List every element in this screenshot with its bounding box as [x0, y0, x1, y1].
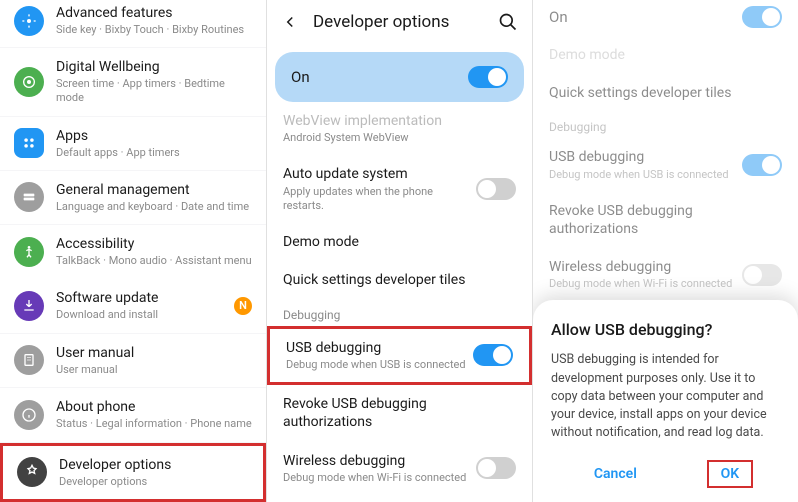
usb-debugging-switch[interactable]: [473, 344, 513, 366]
item-title: General management: [56, 181, 252, 199]
item-title: About phone: [56, 398, 252, 416]
item-sub: Language and keyboard · Date and time: [56, 200, 252, 214]
usb-debugging-switch[interactable]: [742, 154, 782, 176]
dev-item-usb-debugging[interactable]: USB debugging Debug mode when USB is con…: [267, 326, 532, 385]
software-icon: [14, 291, 44, 321]
dev-sub: Debug mode when Wi-Fi is connected: [549, 277, 742, 291]
item-sub: Status · Legal information · Phone name: [56, 417, 252, 431]
developer-options-panel: Developer options On WebView implementat…: [266, 0, 532, 502]
dev-sub: Debug mode when Wi-Fi is connected: [283, 471, 476, 485]
dev-item-wireless[interactable]: Wireless debugging Debug mode when Wi-Fi…: [267, 442, 532, 495]
dev-title: USB debugging: [286, 339, 473, 357]
dev-item-revoke[interactable]: Revoke USB debugging authorizations: [533, 192, 798, 248]
item-sub: Default apps · App timers: [56, 146, 252, 160]
back-icon[interactable]: [281, 13, 299, 31]
master-toggle[interactable]: On: [275, 52, 524, 102]
settings-main-panel: Advanced features Side key · Bixby Touch…: [0, 0, 266, 502]
dialog-body: USB debugging is intended for developmen…: [551, 351, 780, 442]
dev-item-demo[interactable]: Demo mode: [533, 42, 798, 74]
settings-item-apps[interactable]: Apps Default apps · App timers: [0, 117, 266, 170]
apps-icon: [14, 128, 44, 158]
item-sub: Side key · Bixby Touch · Bixby Routines: [56, 23, 252, 37]
general-icon: [14, 182, 44, 212]
panel-header: Developer options: [267, 0, 532, 44]
settings-item-manual[interactable]: User manual User manual: [0, 334, 266, 387]
dev-title: Auto update system: [283, 165, 476, 183]
wellbeing-icon: [14, 67, 44, 97]
item-title: Digital Wellbeing: [56, 58, 252, 76]
wireless-switch[interactable]: [742, 264, 782, 286]
settings-item-general[interactable]: General management Language and keyboard…: [0, 171, 266, 224]
settings-item-accessibility[interactable]: Accessibility TalkBack · Mono audio · As…: [0, 225, 266, 278]
about-icon: [14, 400, 44, 430]
cancel-button[interactable]: Cancel: [578, 460, 653, 488]
dialog-actions: Cancel OK: [551, 460, 780, 488]
developer-icon: [17, 457, 47, 487]
item-sub: Screen time · App timers · Bedtime mode: [56, 77, 252, 106]
dev-item-webview[interactable]: WebView implementation Android System We…: [267, 110, 532, 155]
settings-item-wellbeing[interactable]: Digital Wellbeing Screen time · App time…: [0, 48, 266, 116]
dev-item-demo[interactable]: Demo mode: [267, 223, 532, 261]
header-title: Developer options: [313, 12, 498, 32]
search-icon[interactable]: [498, 12, 518, 32]
dev-title: Wireless debugging: [283, 452, 476, 470]
item-title: Developer options: [59, 456, 249, 474]
advanced-icon: [14, 6, 44, 36]
section-debugging: Debugging: [533, 112, 798, 138]
accessibility-icon: [14, 237, 44, 267]
settings-item-software[interactable]: Software update Download and install N: [0, 279, 266, 332]
usb-debugging-dialog: Allow USB debugging? USB debugging is in…: [533, 300, 798, 502]
settings-item-developer[interactable]: Developer options Developer options: [0, 443, 266, 502]
dev-title: WebView implementation: [283, 112, 516, 130]
dev-item-autoupdate[interactable]: Auto update system Apply updates when th…: [267, 155, 532, 223]
toggle-label: On: [549, 8, 742, 26]
item-title: Apps: [56, 127, 252, 145]
dev-sub: Debug mode when USB is connected: [286, 358, 473, 372]
master-switch[interactable]: [742, 6, 782, 28]
notification-badge: N: [234, 297, 252, 315]
dev-item-adb-timeout[interactable]: Disable adb authorization timeout Disabl…: [267, 495, 532, 502]
item-title: User manual: [56, 344, 252, 362]
dev-item-quicktiles[interactable]: Quick settings developer tiles: [267, 261, 532, 299]
dev-title: Revoke USB debugging authorizations: [549, 202, 782, 238]
dev-sub: Apply updates when the phone restarts.: [283, 185, 476, 214]
dev-item-quicktiles[interactable]: Quick settings developer tiles: [533, 74, 798, 112]
item-title: Software update: [56, 289, 234, 307]
item-sub: Download and install: [56, 308, 234, 322]
item-sub: User manual: [56, 363, 252, 377]
dev-item-usb-debugging[interactable]: USB debugging Debug mode when USB is con…: [533, 138, 798, 191]
dev-title: Demo mode: [283, 233, 516, 251]
item-title: Advanced features: [56, 4, 252, 22]
settings-item-about[interactable]: About phone Status · Legal information ·…: [0, 388, 266, 441]
dev-item-revoke[interactable]: Revoke USB debugging authorizations: [267, 385, 532, 441]
settings-item-advanced[interactable]: Advanced features Side key · Bixby Touch…: [0, 0, 266, 47]
dev-title: Wireless debugging: [549, 258, 742, 276]
master-toggle[interactable]: On: [533, 0, 798, 42]
dev-item-wireless[interactable]: Wireless debugging Debug mode when Wi-Fi…: [533, 248, 798, 301]
dev-title: Demo mode: [549, 46, 782, 64]
dialog-title: Allow USB debugging?: [551, 320, 780, 339]
ok-button[interactable]: OK: [707, 460, 754, 488]
toggle-label: On: [291, 68, 468, 86]
dev-sub: Debug mode when USB is connected: [549, 168, 742, 182]
dev-title: USB debugging: [549, 148, 742, 166]
dev-sub: Android System WebView: [283, 131, 516, 145]
dev-title: Quick settings developer tiles: [283, 271, 516, 289]
manual-icon: [14, 345, 44, 375]
dev-title: Revoke USB debugging authorizations: [283, 395, 516, 431]
developer-options-dialog-panel: On Demo mode Quick settings developer ti…: [532, 0, 798, 502]
item-sub: Developer options: [59, 475, 249, 489]
item-sub: TalkBack · Mono audio · Assistant menu: [56, 254, 252, 268]
dev-title: Quick settings developer tiles: [549, 84, 782, 102]
wireless-switch[interactable]: [476, 457, 516, 479]
autoupdate-switch[interactable]: [476, 178, 516, 200]
master-switch[interactable]: [468, 66, 508, 88]
item-title: Accessibility: [56, 235, 252, 253]
section-debugging: Debugging: [267, 300, 532, 326]
